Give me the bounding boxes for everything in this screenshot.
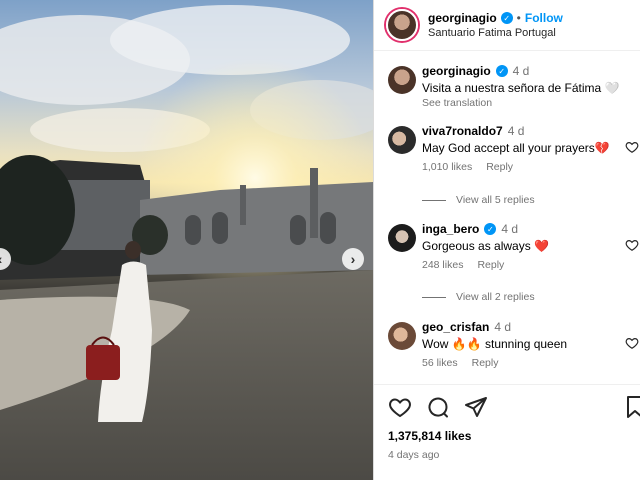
comment-bubble-icon[interactable]	[426, 395, 450, 419]
comment-username[interactable]: inga_bero	[422, 222, 479, 236]
post-photo[interactable]: ‹ ›	[0, 0, 373, 480]
reply-button[interactable]: Reply	[477, 259, 504, 271]
author-username[interactable]: georginagio	[428, 11, 497, 25]
post-timestamp[interactable]: 4 days ago	[388, 449, 626, 461]
caption-text: Visita a nuestra señora de Fátima 🤍	[422, 81, 620, 95]
comment-item: geo_crisfan 4 d Wow 🔥🔥 stunning queen 56…	[374, 320, 640, 369]
post-header: georginagio ✓ • Follow Santuario Fatima …	[374, 0, 640, 51]
comment-likes[interactable]: 56 likes	[422, 357, 458, 369]
save-bookmark-icon[interactable]	[624, 395, 640, 419]
caption: georginagio ✓ 4 d Visita a nuestra señor…	[374, 64, 640, 109]
share-send-icon[interactable]	[464, 395, 488, 419]
see-translation-link[interactable]: See translation	[422, 97, 640, 109]
like-comment-heart-icon[interactable]	[625, 336, 639, 350]
reply-button[interactable]: Reply	[486, 161, 513, 173]
comment-likes[interactable]: 1,010 likes	[422, 161, 472, 173]
comment-text: May God accept all your prayers💔	[422, 141, 610, 155]
reply-button[interactable]: Reply	[472, 357, 499, 369]
view-replies-label[interactable]: View all 2 replies	[456, 291, 535, 303]
comment-time: 4 d	[494, 320, 512, 334]
follow-button[interactable]: Follow	[525, 11, 563, 25]
photo-scene	[0, 0, 373, 480]
like-comment-heart-icon[interactable]	[625, 140, 639, 154]
post-actions	[388, 395, 626, 419]
comment-avatar[interactable]	[388, 322, 416, 350]
comment-likes[interactable]: 248 likes	[422, 259, 463, 271]
like-heart-icon[interactable]	[388, 395, 412, 419]
separator-dot: •	[516, 11, 521, 25]
caption-username[interactable]: georginagio	[422, 64, 491, 78]
view-replies-label[interactable]: View all 5 replies	[456, 194, 535, 206]
next-photo-button[interactable]: ›	[342, 248, 364, 270]
replies-divider	[422, 199, 446, 201]
comment-avatar[interactable]	[388, 224, 416, 252]
comment-avatar[interactable]	[388, 126, 416, 154]
author-avatar[interactable]	[386, 9, 418, 41]
replies-divider	[422, 296, 446, 298]
post-likes-count[interactable]: 1,375,814 likes	[388, 429, 626, 443]
view-replies-button[interactable]: View all 5 replies	[374, 194, 640, 206]
verified-badge-icon: ✓	[500, 12, 513, 24]
comment-time: 4 d	[501, 222, 519, 236]
comment-text: Wow 🔥🔥 stunning queen	[422, 337, 568, 351]
caption-time: 4 d	[512, 64, 530, 78]
comment-item: inga_bero ✓ 4 d Gorgeous as always ❤️ 24…	[374, 222, 640, 271]
post-location[interactable]: Santuario Fatima Portugal	[428, 27, 563, 39]
comment-text: Gorgeous as always ❤️	[422, 239, 549, 253]
post-footer: 1,375,814 likes 4 days ago	[374, 384, 640, 461]
comment-username[interactable]: viva7ronaldo7	[422, 124, 503, 138]
comment-item: viva7ronaldo7 4 d May God accept all you…	[374, 124, 640, 173]
comment-username[interactable]: geo_crisfan	[422, 320, 489, 334]
caption-avatar[interactable]	[388, 66, 416, 94]
like-comment-heart-icon[interactable]	[625, 238, 639, 252]
post-side-panel: georginagio ✓ • Follow Santuario Fatima …	[373, 0, 640, 480]
verified-badge-icon: ✓	[495, 65, 508, 77]
comment-time: 4 d	[507, 124, 525, 138]
view-replies-button[interactable]: View all 2 replies	[374, 291, 640, 303]
verified-badge-icon: ✓	[484, 223, 497, 235]
